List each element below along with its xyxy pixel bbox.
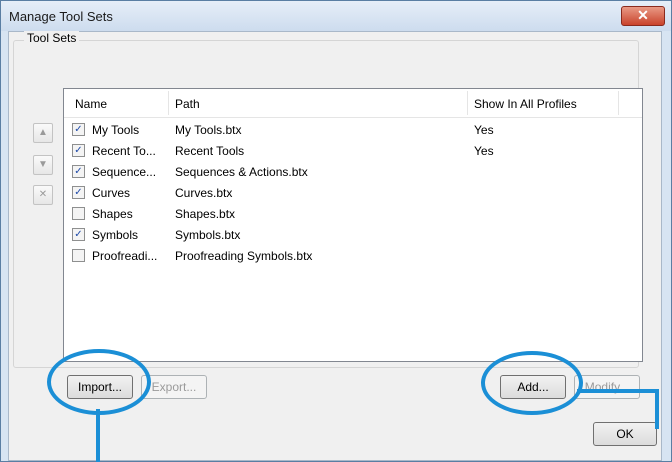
list-item[interactable]: Proofreadi... Proofreading Symbols.btx	[64, 248, 642, 264]
list-item[interactable]: ✓ Curves Curves.btx	[64, 185, 642, 201]
row-path: Curves.btx	[175, 186, 233, 200]
row-checkbox[interactable]	[72, 249, 85, 262]
row-checkbox[interactable]	[72, 207, 85, 220]
list-item[interactable]: ✓ Recent To... Recent Tools Yes	[64, 143, 642, 159]
add-callout-line-horizontal	[577, 389, 655, 393]
groupbox-label: Tool Sets	[24, 31, 80, 45]
delete-button[interactable]: ✕	[33, 185, 53, 205]
add-callout-line-vertical	[655, 389, 659, 429]
title-bar[interactable]: Manage Tool Sets ✕	[1, 1, 671, 31]
modify-button[interactable]: Modify...	[574, 375, 640, 399]
list-item[interactable]: ✓ My Tools My Tools.btx Yes	[64, 122, 642, 138]
row-name: Symbols	[92, 228, 139, 242]
column-header-name[interactable]: Name	[75, 97, 107, 111]
ok-button[interactable]: OK	[593, 422, 657, 446]
row-show: Yes	[474, 123, 494, 137]
column-header-path[interactable]: Path	[175, 97, 200, 111]
column-divider[interactable]	[618, 91, 619, 115]
close-button[interactable]: ✕	[621, 6, 665, 26]
add-highlight-ring	[481, 351, 583, 415]
import-highlight-ring	[47, 349, 151, 415]
list-item[interactable]: ✓ Sequence... Sequences & Actions.btx	[64, 164, 642, 180]
import-callout-line	[96, 409, 100, 462]
move-down-button[interactable]: ▼	[33, 155, 53, 175]
window-title: Manage Tool Sets	[9, 9, 113, 24]
row-checkbox[interactable]: ✓	[72, 228, 85, 241]
row-name: Proofreadi...	[92, 249, 158, 263]
row-path: Proofreading Symbols.btx	[175, 249, 313, 263]
list-header: Name Path Show In All Profiles	[64, 89, 642, 118]
column-divider[interactable]	[168, 91, 169, 115]
row-name: Recent To...	[92, 144, 156, 158]
row-checkbox[interactable]: ✓	[72, 144, 85, 157]
list-item[interactable]: Shapes Shapes.btx	[64, 206, 642, 222]
row-path: Shapes.btx	[175, 207, 236, 221]
row-checkbox[interactable]: ✓	[72, 186, 85, 199]
row-name: Shapes	[92, 207, 133, 221]
export-button[interactable]: Export...	[141, 375, 207, 399]
row-name: My Tools	[92, 123, 140, 137]
row-path: Symbols.btx	[175, 228, 241, 242]
row-path: Recent Tools	[175, 144, 245, 158]
row-checkbox[interactable]: ✓	[72, 123, 85, 136]
move-up-button[interactable]: ▲	[33, 123, 53, 143]
list-item[interactable]: ✓ Symbols Symbols.btx	[64, 227, 642, 243]
column-header-show[interactable]: Show In All Profiles	[474, 97, 577, 111]
row-name: Sequence...	[92, 165, 157, 179]
row-show: Yes	[474, 144, 494, 158]
row-path: Sequences & Actions.btx	[175, 165, 308, 179]
column-divider[interactable]	[467, 91, 468, 115]
row-name: Curves	[92, 186, 131, 200]
tool-sets-list[interactable]: Name Path Show In All Profiles ✓ My Tool…	[63, 88, 643, 362]
row-checkbox[interactable]: ✓	[72, 165, 85, 178]
row-path: My Tools.btx	[175, 123, 242, 137]
